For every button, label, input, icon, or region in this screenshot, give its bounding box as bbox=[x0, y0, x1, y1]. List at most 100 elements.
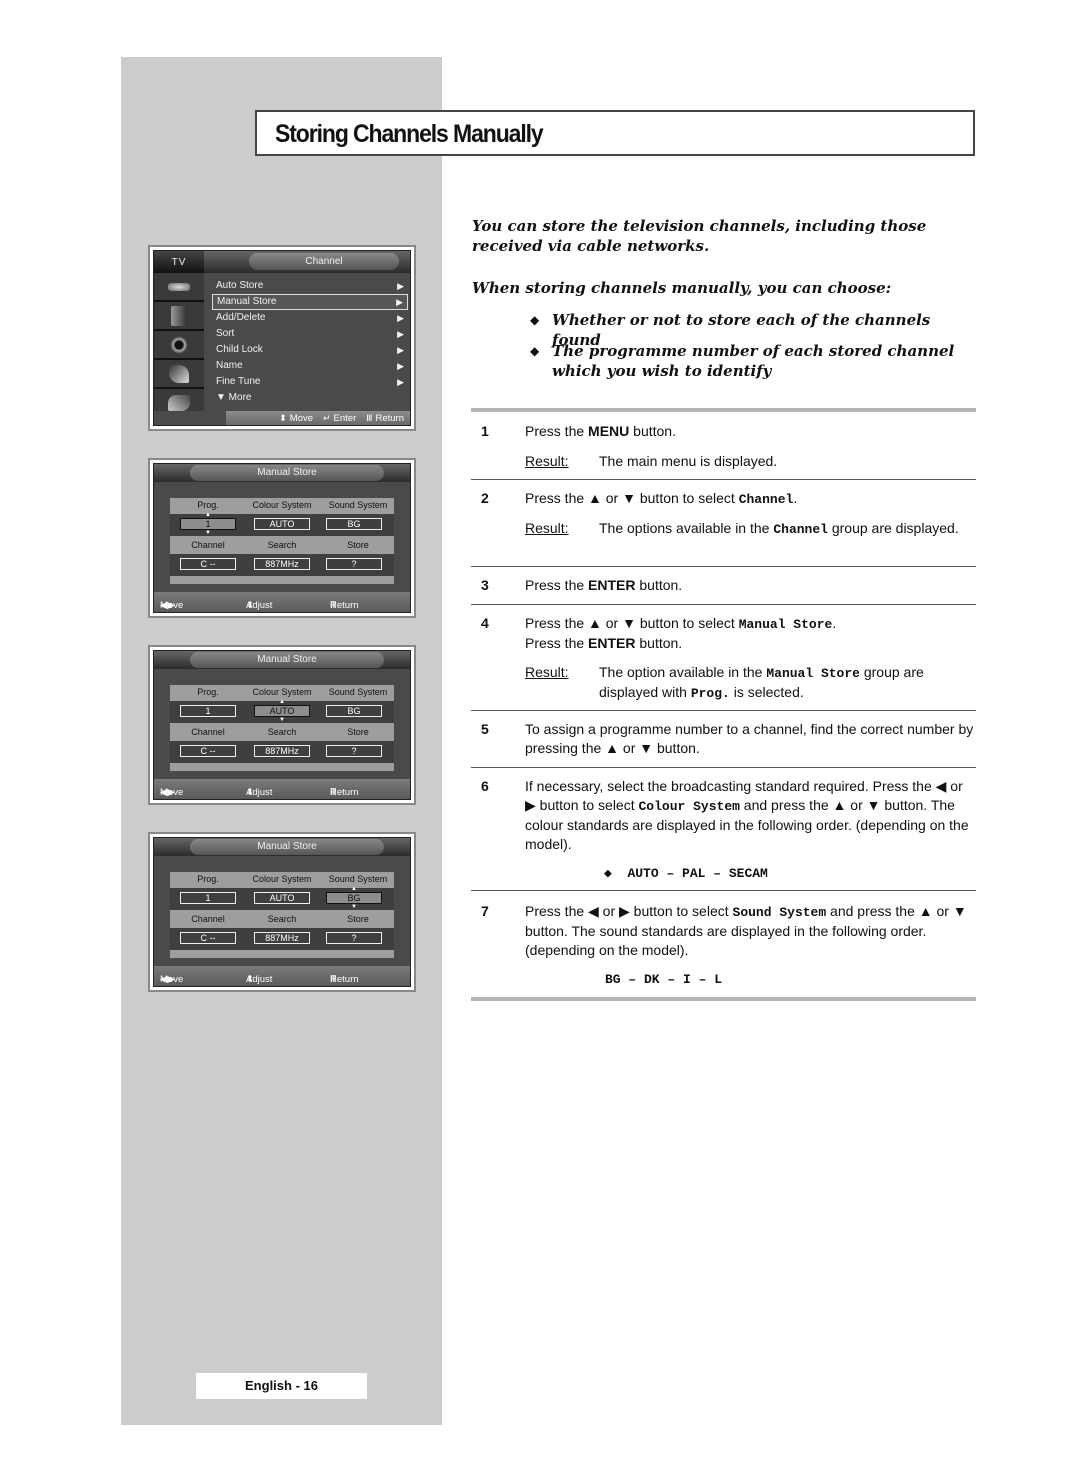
menu-item-child-lock[interactable]: Child Lock ▶ bbox=[212, 342, 408, 358]
plug-icon bbox=[169, 364, 189, 383]
divider bbox=[471, 479, 976, 480]
text: Press the bbox=[525, 423, 589, 439]
tv-screen-icon bbox=[171, 305, 187, 326]
arrow-right-icon: ▶ bbox=[396, 297, 403, 307]
channel-field[interactable]: C -- bbox=[180, 932, 236, 944]
prog-field[interactable]: 1 ▲ ▼ bbox=[180, 512, 236, 536]
menu-item-auto-store[interactable]: Auto Store ▶ bbox=[212, 278, 408, 294]
search-field[interactable]: 887MHz bbox=[254, 558, 310, 570]
header-store: Store bbox=[347, 727, 369, 737]
text: group are displayed. bbox=[827, 520, 959, 536]
header-colour-system: Colour System bbox=[252, 687, 312, 697]
menu-item-label: Child Lock bbox=[216, 344, 263, 355]
menu-header: TV Channel bbox=[154, 251, 410, 273]
search-field[interactable]: 887MHz bbox=[254, 745, 310, 757]
menu-icon-cell[interactable] bbox=[154, 360, 204, 389]
sound-system-field[interactable]: BG ▲ ▼ bbox=[326, 886, 382, 910]
sound-system-value: BG bbox=[347, 519, 361, 529]
header-colour-system: Colour System bbox=[252, 874, 312, 884]
ms-header: Manual Store bbox=[154, 838, 410, 856]
sound-system-field[interactable]: BG bbox=[326, 705, 382, 717]
search-value: 887MHz bbox=[265, 559, 299, 569]
footer-return-label: Return bbox=[375, 413, 404, 424]
step-number: 5 bbox=[481, 721, 489, 737]
return-icon: Ⅲ bbox=[366, 413, 373, 423]
speaker-icon bbox=[170, 335, 188, 354]
channel-field[interactable]: C -- bbox=[180, 558, 236, 570]
colour-system-value: AUTO bbox=[269, 893, 295, 903]
menu-item-manual-store[interactable]: Manual Store ▶ bbox=[212, 294, 408, 310]
prog-value: 1 bbox=[205, 519, 211, 529]
ms-panel: Prog. Colour System Sound System 1 AUTO … bbox=[170, 872, 394, 958]
prog-field[interactable]: 1 bbox=[180, 892, 236, 904]
footer-adjust-label: Adjust bbox=[246, 600, 273, 611]
step-number: 4 bbox=[481, 615, 489, 631]
menu-title: Channel bbox=[249, 253, 399, 270]
store-value: ? bbox=[351, 559, 357, 569]
prog-value: 1 bbox=[205, 706, 211, 716]
text: button. bbox=[635, 635, 683, 651]
intro-choose: When storing channels manually, you can … bbox=[472, 279, 892, 297]
colour-system-field[interactable]: AUTO bbox=[254, 892, 310, 904]
tv-label: TV bbox=[154, 251, 204, 273]
osd-manual-store: Manual Store Prog. Colour System Sound S… bbox=[148, 645, 416, 805]
footer-return-label: Return bbox=[330, 787, 359, 798]
sound-system-field[interactable]: BG bbox=[326, 518, 382, 530]
header-channel: Channel bbox=[191, 914, 225, 924]
menu-item-more[interactable]: ▼ More bbox=[212, 390, 408, 406]
text: The options available in the bbox=[599, 520, 774, 536]
ms-row-1: 1 ▲ ▼ AUTO BG bbox=[170, 512, 394, 536]
step-text: To assign a programme number to a channe… bbox=[525, 721, 974, 756]
search-field[interactable]: 887MHz bbox=[254, 932, 310, 944]
result-label: Result: bbox=[525, 664, 569, 680]
ms-row-1: 1 AUTO ▲ ▼ BG bbox=[170, 699, 394, 723]
menu-icon-cell[interactable] bbox=[154, 331, 204, 360]
menu-term: Colour System bbox=[638, 799, 740, 814]
header-sound-system: Sound System bbox=[328, 500, 388, 510]
prog-field[interactable]: 1 bbox=[180, 705, 236, 717]
footer-enter-label: Enter bbox=[333, 413, 357, 424]
up-arrow-icon: ▲ bbox=[205, 512, 211, 518]
text: Press the ▲ or ▼ button to select bbox=[525, 615, 739, 631]
menu-item-add-delete[interactable]: Add/Delete ▶ bbox=[212, 310, 408, 326]
text: . bbox=[793, 490, 798, 506]
colour-system-field[interactable]: AUTO bbox=[254, 518, 310, 530]
button-name: ENTER bbox=[588, 577, 636, 593]
header-sound-system: Sound System bbox=[328, 687, 388, 697]
store-field[interactable]: ? bbox=[326, 558, 382, 570]
diamond-icon: ◆ bbox=[604, 866, 612, 881]
footer-decoration bbox=[154, 411, 226, 425]
menu-term: Manual Store bbox=[738, 617, 833, 632]
divider bbox=[471, 767, 976, 768]
arrow-right-icon: ▶ bbox=[397, 313, 404, 323]
ms-row-2: C -- 887MHz ? bbox=[170, 554, 394, 576]
prog-value: 1 bbox=[205, 893, 211, 903]
divider bbox=[471, 890, 976, 891]
menu-item-fine-tune[interactable]: Fine Tune ▶ bbox=[212, 374, 408, 390]
step-number: 7 bbox=[481, 903, 489, 919]
header-prog: Prog. bbox=[197, 687, 219, 697]
divider bbox=[471, 408, 976, 412]
footer-return-label: Return bbox=[330, 600, 359, 611]
menu-icon-cell[interactable] bbox=[154, 273, 204, 302]
store-field[interactable]: ? bbox=[326, 932, 382, 944]
menu-item-name[interactable]: Name ▶ bbox=[212, 358, 408, 374]
text: button. bbox=[629, 423, 676, 439]
menu-item-sort[interactable]: Sort ▶ bbox=[212, 326, 408, 342]
header-store: Store bbox=[347, 540, 369, 550]
colour-system-field[interactable]: AUTO ▲ ▼ bbox=[254, 699, 310, 723]
ms-header-row-2: Channel Search Store bbox=[170, 912, 394, 926]
header-store: Store bbox=[347, 914, 369, 924]
menu-item-label: Add/Delete bbox=[216, 312, 266, 323]
channel-field[interactable]: C -- bbox=[180, 745, 236, 757]
store-value: ? bbox=[351, 746, 357, 756]
menu-icon-cell[interactable] bbox=[154, 302, 204, 331]
ms-footer: ◀▶ Move ⬍ Adjust Ⅲ Return bbox=[154, 779, 410, 799]
ms-header-row: Prog. Colour System Sound System bbox=[170, 685, 394, 699]
ms-footer: ◀▶ Move ⬍ Adjust Ⅲ Return bbox=[154, 966, 410, 986]
ms-header-row: Prog. Colour System Sound System bbox=[170, 498, 394, 512]
step-text: Press the ENTER button. bbox=[525, 576, 975, 595]
menu-term: Channel bbox=[773, 522, 828, 537]
store-field[interactable]: ? bbox=[326, 745, 382, 757]
menu-footer: ⬍ Move ↵ Enter Ⅲ Return bbox=[154, 411, 410, 425]
